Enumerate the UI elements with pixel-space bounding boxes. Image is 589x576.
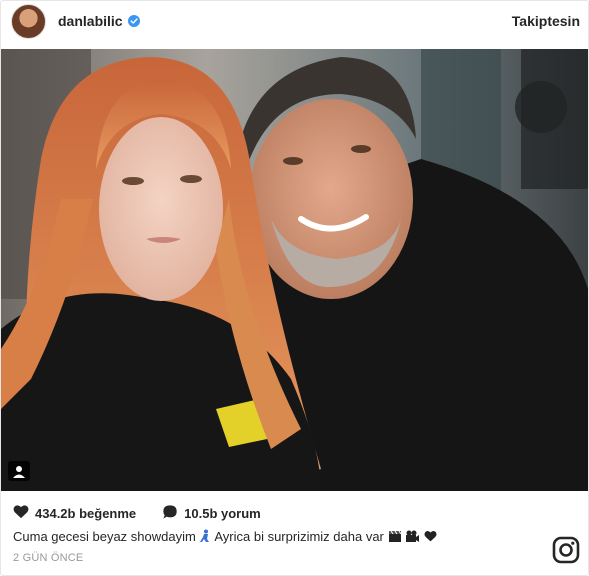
comment-bubble-icon[interactable] xyxy=(162,504,178,523)
caption-text-2: Ayrica bi surprizimiz daha var xyxy=(214,529,384,544)
black-heart-emoji-icon xyxy=(424,529,437,544)
post-header: danlabilic Takiptesin xyxy=(1,1,588,47)
avatar[interactable] xyxy=(11,4,46,39)
film-camera-emoji-icon xyxy=(405,529,424,544)
clapperboard-emoji-icon xyxy=(388,529,406,544)
heart-icon[interactable] xyxy=(13,504,29,522)
post-caption: Cuma gecesi beyaz showdayim Ayrica bi su… xyxy=(13,529,437,544)
post-timestamp[interactable]: 2 GÜN ÖNCE xyxy=(13,552,83,564)
user-tag-icon[interactable] xyxy=(8,461,30,481)
caption-text: Cuma gecesi beyaz showdayim xyxy=(13,529,196,544)
post-photo-image xyxy=(1,49,588,491)
likes-count[interactable]: 434.2b beğenme xyxy=(35,506,136,521)
instagram-post-card: danlabilic Takiptesin 434.2b beğenme 10.… xyxy=(0,0,589,576)
following-button[interactable]: Takiptesin xyxy=(512,13,580,29)
post-actions: 434.2b beğenme 10.5b yorum xyxy=(13,504,261,522)
dancer-emoji-icon xyxy=(199,529,214,544)
username-link[interactable]: danlabilic xyxy=(58,13,140,29)
username-text: danlabilic xyxy=(58,13,123,29)
verified-badge-icon xyxy=(127,15,140,27)
instagram-logo-icon[interactable] xyxy=(552,536,580,564)
post-photo[interactable] xyxy=(1,49,588,491)
comments-count[interactable]: 10.5b yorum xyxy=(184,506,261,521)
